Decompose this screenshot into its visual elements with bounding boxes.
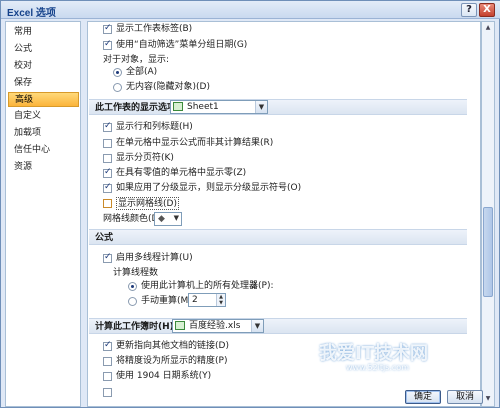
gridline-color-picker[interactable]: ◆ ▼ [154, 212, 182, 226]
manual-label: 手动重算(M) [141, 296, 192, 306]
show-outline-checkbox[interactable] [103, 182, 112, 193]
update-links-checkbox[interactable] [103, 340, 112, 351]
date-1904-label: 使用 1904 日期系统(Y) [116, 371, 212, 381]
workbook-section-title: 计算此工作簿时(H): [95, 322, 178, 332]
partial-option-checkbox[interactable] [103, 388, 112, 397]
show-outline-label: 如果应用了分级显示，则显示分级显示符号(O) [116, 183, 302, 193]
chevron-down-icon: ▼ [251, 320, 263, 332]
nav-item-addins[interactable]: 加载项 [8, 126, 79, 141]
window-title: Excel 选项 [7, 8, 56, 19]
processor-count: 2 [251, 281, 257, 291]
nav-item-customize[interactable]: 自定义 [8, 109, 79, 124]
show-formulas-label: 在单元格中显示公式而非其计算结果(R) [116, 138, 274, 148]
objects-all-radio[interactable] [113, 68, 122, 77]
group-dates-checkbox[interactable] [103, 39, 112, 50]
precision-label: 将精度设为所显示的精度(P) [116, 356, 228, 366]
nav-item-advanced[interactable]: 高级 [8, 92, 79, 107]
show-page-breaks-label: 显示分页符(K) [116, 153, 174, 163]
show-gridlines-label: 显示网格线(D) [116, 197, 179, 210]
show-sheet-tabs-checkbox[interactable] [103, 23, 112, 34]
options-scrollbar[interactable]: ▲ ▼ [481, 21, 495, 407]
nav-item-popular[interactable]: 常用 [8, 25, 79, 40]
nav-item-resources[interactable]: 资源 [8, 160, 79, 175]
objects-none-radio[interactable] [113, 83, 122, 92]
help-button[interactable]: ? [461, 3, 477, 17]
site-watermark: 我爱IT技术网 [319, 343, 428, 364]
cancel-button[interactable]: 取消 [447, 390, 483, 404]
formulas-section-header: 公式 [89, 229, 467, 245]
ok-button[interactable]: 确定 [405, 390, 441, 404]
worksheet-section-header: 此工作表的显示选项(S): [89, 99, 467, 115]
nav-item-trust-center[interactable]: 信任中心 [8, 143, 79, 158]
update-links-label: 更新指向其他文档的链接(D) [116, 341, 229, 351]
show-sheet-tabs-label: 显示工作表标签(B) [116, 24, 193, 34]
manual-radio[interactable] [128, 297, 137, 306]
chevron-down-icon: ▼ [255, 101, 267, 113]
manual-threads-input[interactable]: 2 ▲ ▼ [188, 293, 226, 307]
scroll-down-icon[interactable]: ▼ [483, 394, 493, 404]
workbook-section-header: 计算此工作簿时(H): [89, 318, 467, 334]
group-dates-label: 使用“自动筛选”菜单分组日期(G) [116, 40, 248, 50]
show-page-breaks-checkbox[interactable] [103, 154, 112, 163]
workbook-select-value: 百度经验.xls [189, 321, 241, 331]
workbook-icon [175, 321, 185, 330]
objects-none-label: 无内容(隐藏对象)(D) [126, 82, 210, 92]
options-nav: 常用 公式 校对 保存 高级 自定义 加载项 信任中心 资源 [5, 21, 81, 407]
all-processors-radio[interactable] [128, 282, 137, 291]
title-bar: Excel 选项 ? X [1, 1, 500, 19]
manual-threads-value: 2 [192, 295, 198, 305]
show-gridlines-checkbox[interactable] [103, 199, 112, 208]
workbook-select[interactable]: 百度经验.xls ▼ [172, 319, 264, 333]
scroll-up-icon[interactable]: ▲ [483, 23, 493, 33]
multithread-checkbox[interactable] [103, 252, 112, 263]
sheet-icon [173, 102, 183, 111]
show-zero-checkbox[interactable] [103, 167, 112, 178]
formulas-section-title: 公式 [95, 233, 114, 243]
scroll-thumb[interactable] [483, 207, 493, 297]
close-button[interactable]: X [479, 3, 495, 17]
site-watermark-url: www.52itjs.com [346, 363, 409, 372]
sheet-select[interactable]: Sheet1 ▼ [170, 100, 268, 114]
show-headers-checkbox[interactable] [103, 121, 112, 132]
threads-label: 计算线程数 [113, 268, 159, 278]
paint-bucket-icon: ◆ [158, 214, 165, 224]
nav-item-formulas[interactable]: 公式 [8, 42, 79, 57]
nav-item-save[interactable]: 保存 [8, 76, 79, 91]
show-headers-label: 显示行和列标题(H) [116, 122, 193, 132]
spinner-icon[interactable]: ▲ ▼ [216, 294, 225, 306]
show-formulas-checkbox[interactable] [103, 139, 112, 148]
sheet-select-value: Sheet1 [187, 102, 219, 112]
precision-checkbox[interactable] [103, 357, 112, 366]
excel-options-dialog: Excel 选项 ? X 常用 公式 校对 保存 高级 自定义 加载项 信任中心… [0, 0, 500, 408]
show-zero-label: 在具有零值的单元格中显示零(Z) [116, 168, 247, 178]
chevron-down-icon: ▼ [173, 214, 179, 222]
nav-item-proofing[interactable]: 校对 [8, 59, 79, 74]
date-1904-checkbox[interactable] [103, 372, 112, 381]
multithread-label: 启用多线程计算(U) [116, 253, 193, 263]
objects-all-label: 全部(A) [126, 67, 158, 77]
